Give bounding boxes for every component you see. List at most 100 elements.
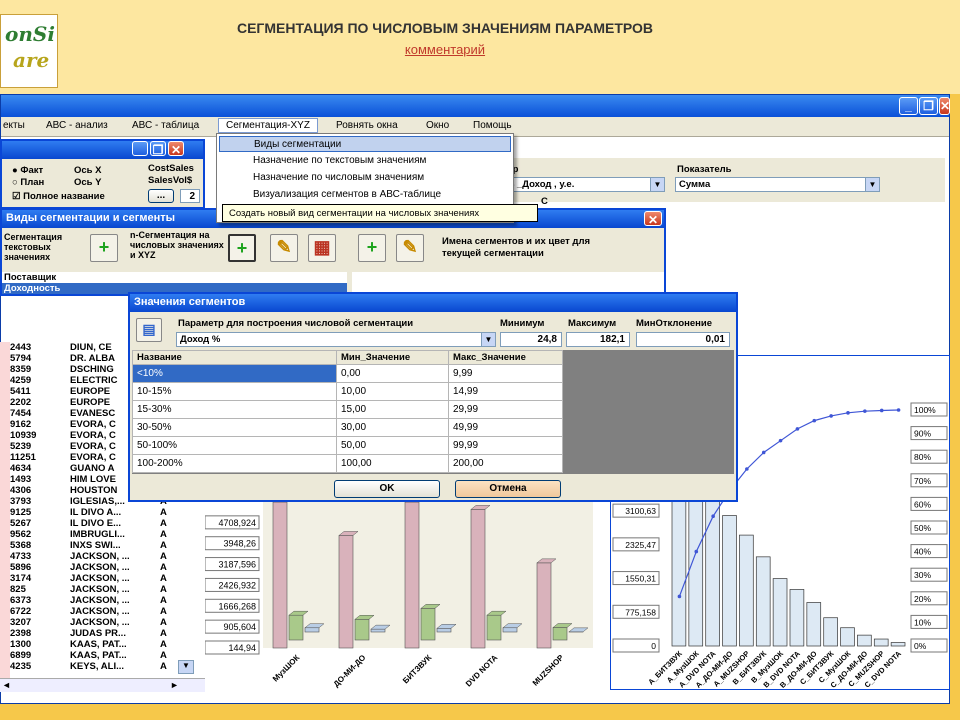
pct-tick-label: 80% [914,452,931,462]
cell-max[interactable]: 9,99 [448,364,563,383]
cell-max[interactable]: 14,99 [448,382,563,401]
cell-name[interactable]: 10-15% [132,382,337,401]
cell-name[interactable]: 30-50% [132,418,337,437]
supplier-code: 2398 [10,628,32,639]
menu-item-num-assign[interactable]: Назначение по числовым значениям [219,170,511,186]
ellipsis-button[interactable]: ... [148,189,174,203]
radio-fact[interactable]: ● Факт [12,165,43,176]
cell-min[interactable]: 30,00 [336,418,449,437]
add-num-seg-button[interactable]: + [228,234,256,262]
cell-min[interactable]: 100,00 [336,454,449,473]
table-row[interactable]: 3174 JACKSON, ... А [0,573,200,584]
cell-max[interactable]: 200,00 [448,454,563,473]
menu-item-text-assign[interactable]: Назначение по текстовым значениям [219,153,511,169]
table-row[interactable]: 4733 JACKSON, ... А [0,551,200,562]
pct-tick-label: 30% [914,570,931,580]
num-field[interactable]: 2 [180,189,200,203]
cumulative-point [677,594,682,599]
bar [789,589,805,647]
table-row[interactable]: 30-50% 30,00 49,99 [132,418,563,437]
checkbox-fullname[interactable]: ☑ Полное название [12,191,105,202]
table-row[interactable]: 6373 JACKSON, ... А [0,595,200,606]
table-row[interactable]: 5368 INXS SWI... А [0,540,200,551]
add-text-seg-button[interactable]: + [90,234,118,262]
scroll-down-icon[interactable]: ▼ [178,660,194,674]
table-row[interactable]: 6899 KAAS, PAT... А [0,650,200,661]
bar [806,602,822,647]
edit-segment-name-button[interactable]: ✎ [396,234,424,262]
minimize-button[interactable]: _ [899,97,918,115]
cell-min[interactable]: 50,00 [336,436,449,455]
params-minimize-button[interactable]: _ [132,141,148,157]
table-row[interactable]: 6722 JACKSON, ... А [0,606,200,617]
table-row[interactable]: 5267 IL DIVO E... А [0,518,200,529]
menu-item-visualize[interactable]: Визуализация сегментов в АВС-таблице [219,187,511,203]
supplier-name: JACKSON, ... [70,551,130,562]
cell-name[interactable]: 100-200% [132,454,337,473]
cell-min[interactable]: 15,00 [336,400,449,419]
table-row[interactable]: 3207 JACKSON, ... А [0,617,200,628]
restore-button[interactable]: ❐ [919,97,938,115]
indicator-select[interactable]: Сумма ▼ [675,177,880,192]
params-close-button[interactable]: ✕ [168,141,184,157]
menu-window[interactable]: Окно [426,120,449,131]
bar [739,534,754,647]
menu-segmentation-xyz[interactable]: Сегментация-XYZ [218,118,318,133]
scroll-left-icon[interactable]: ◄ [2,680,11,690]
cell-min[interactable]: 0,00 [336,364,449,383]
cell-max[interactable]: 99,99 [448,436,563,455]
add-segment-name-button[interactable]: + [358,234,386,262]
horizontal-scrollbar[interactable]: ◄ ► [0,678,205,692]
supplier-code: 9562 [10,529,32,540]
table-row[interactable]: 825 JACKSON, ... А [0,584,200,595]
supplier-name: JACKSON, ... [70,573,130,584]
menu-abc-table[interactable]: АВС - таблица [132,120,199,131]
supplier-code: 1493 [10,474,32,485]
y-tick-label: 2426,932 [218,580,256,590]
supplier-name: JACKSON, ... [70,617,130,628]
scroll-right-icon[interactable]: ► [170,680,179,690]
params-restore-button[interactable]: ❐ [150,141,166,157]
menu-align-windows[interactable]: Ровнять окна [336,120,398,131]
bar [272,501,288,649]
close-button[interactable]: ✕ [939,97,950,115]
cumulative-point [778,438,783,443]
supplier-code: 4634 [10,463,32,474]
cell-max[interactable]: 29,99 [448,400,563,419]
tooltip: Создать новый вид сегментации на числовы… [222,204,538,222]
filter-select[interactable]: $ _Доход , у.е. ▼ [505,177,665,192]
table-row[interactable]: 15-30% 15,00 29,99 [132,400,563,419]
menu-abc-analysis[interactable]: АВС - анализ [46,120,108,131]
cell-max[interactable]: 49,99 [448,418,563,437]
cell-min[interactable]: 10,00 [336,382,449,401]
table-row[interactable]: 50-100% 50,00 99,99 [132,436,563,455]
menu-item-seg-types[interactable]: Виды сегментации [219,136,511,152]
seg-table-button[interactable]: ▦ [308,234,336,262]
table-icon[interactable]: ▤ [136,318,162,342]
table-row[interactable]: 10-15% 10,00 14,99 [132,382,563,401]
menu-help[interactable]: Помощь [473,120,512,131]
table-row[interactable]: 100-200% 100,00 200,00 [132,454,563,473]
param-select[interactable]: Доход % ▼ [176,332,496,347]
table-row[interactable]: 5896 JACKSON, ... А [0,562,200,573]
table-row[interactable]: 2398 JUDAS PR... А [0,628,200,639]
ok-button[interactable]: OK [334,480,440,498]
cell-name[interactable]: 15-30% [132,400,337,419]
cell-name[interactable]: 50-100% [132,436,337,455]
edit-seg-button[interactable]: ✎ [270,234,298,262]
supplier-code: 5368 [10,540,32,551]
table-row[interactable]: <10% 0,00 9,99 [132,364,563,383]
list-item[interactable]: Поставщик [2,272,347,283]
table-row[interactable]: 4235 KEYS, ALI... А [0,661,200,672]
table-row[interactable]: 1300 KAAS, PAT... А [0,639,200,650]
supplier-code: 2202 [10,397,32,408]
table-row[interactable]: 9125 IL DIVO A... А [0,507,200,518]
menu-objects[interactable]: екты [3,120,25,131]
radio-plan[interactable]: ○ План [12,177,44,188]
table-row[interactable]: 9562 IMBRUGLI... А [0,529,200,540]
segment-types-close-button[interactable]: ✕ [644,211,662,227]
cancel-button[interactable]: Отмена [455,480,561,498]
comment-link[interactable]: комментарий [120,42,770,57]
cell-name[interactable]: <10% [132,364,337,383]
supplier-code: 8359 [10,364,32,375]
